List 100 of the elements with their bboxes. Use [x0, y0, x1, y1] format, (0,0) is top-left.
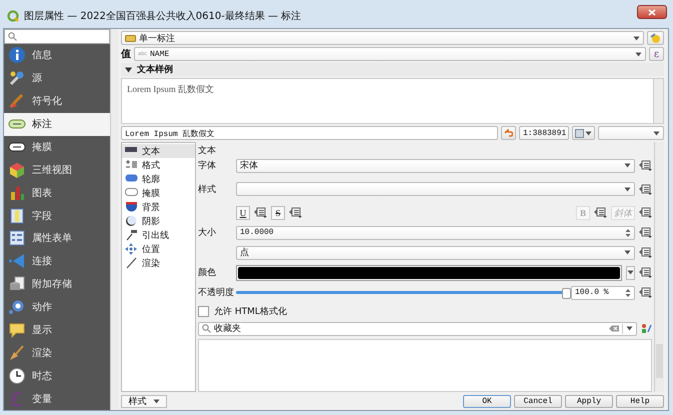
- spin-arrows-icon: [625, 228, 631, 238]
- data-defined-icon: [639, 207, 652, 218]
- style-dropdown[interactable]: [236, 182, 635, 196]
- sidebar-item[interactable]: 属性表单: [4, 227, 110, 250]
- format-button[interactable]: S: [271, 206, 285, 220]
- sidebar-item[interactable]: 附加存储: [4, 272, 110, 296]
- coin-icon: [650, 32, 661, 44]
- data-defined-icon: [639, 227, 652, 238]
- clear-icon: [609, 325, 619, 332]
- sidebar-item[interactable]: 符号化: [4, 90, 110, 113]
- sidebar-item[interactable]: 变量: [4, 387, 110, 410]
- caret-icon: [624, 250, 631, 255]
- spin-arrows-icon: [625, 288, 631, 298]
- data-defined-icon: [639, 287, 652, 298]
- dialog-button[interactable]: OK: [463, 394, 511, 408]
- tab[interactable]: 位置: [122, 242, 195, 256]
- data-defined-icon: [289, 207, 302, 218]
- map-button[interactable]: [572, 126, 595, 140]
- sidebar-item[interactable]: 时态: [4, 364, 110, 388]
- font-dropdown[interactable]: 宋体: [236, 158, 635, 172]
- section-title: 文本: [198, 144, 217, 154]
- sidebar-item[interactable]: 显示: [4, 318, 110, 342]
- opacity-field[interactable]: 100.0 %: [571, 286, 635, 300]
- sidebar-item[interactable]: 渲染: [4, 341, 110, 364]
- data-defined-icon: [254, 207, 267, 218]
- sidebar-item[interactable]: 源: [4, 66, 110, 90]
- sample-text-field[interactable]: Lorem Ipsum 乱数假文: [121, 126, 498, 140]
- dialog-button[interactable]: Apply: [565, 394, 613, 408]
- scrollbar[interactable]: [653, 79, 663, 123]
- value-label: 值: [121, 48, 131, 61]
- style-menu-button[interactable]: 样式: [121, 394, 167, 408]
- data-defined-icon: [639, 267, 652, 278]
- rule-button[interactable]: [647, 31, 664, 45]
- tab[interactable]: 引出线: [122, 228, 195, 242]
- reset-button[interactable]: [501, 126, 516, 140]
- tab[interactable]: 阴影: [122, 214, 195, 228]
- field-label: 不透明度: [198, 286, 232, 299]
- cube-icon: [8, 160, 26, 179]
- sidebar-item[interactable]: 字段: [4, 204, 110, 227]
- tab[interactable]: 格式: [122, 158, 195, 172]
- checkbox[interactable]: [198, 306, 209, 316]
- tab[interactable]: 掩膜: [122, 186, 195, 200]
- scale-dropdown[interactable]: 1:3883891: [519, 126, 569, 140]
- dialog-button[interactable]: Help: [616, 394, 664, 408]
- leader-icon: [125, 229, 138, 241]
- search-icon: [8, 32, 17, 41]
- app-logo-icon: [7, 10, 19, 22]
- sidebar-item[interactable]: 三维视图: [4, 158, 110, 182]
- scrollbar[interactable]: [654, 142, 664, 392]
- tab[interactable]: 文本: [122, 144, 195, 158]
- field-label: 大小: [198, 226, 217, 239]
- section-header[interactable]: 文本样例: [121, 63, 664, 76]
- window-title: 图层属性 — 2022全国百强县公共收入0610-最终结果 — 标注: [24, 10, 302, 23]
- caret-icon: [626, 326, 633, 331]
- caret-icon: [585, 130, 592, 136]
- mask-icon: [125, 187, 138, 199]
- speech-bubble-icon: [8, 320, 26, 339]
- color-menu-button[interactable]: [626, 266, 635, 280]
- unit-dropdown[interactable]: 点: [236, 246, 635, 260]
- sidebar-item[interactable]: 动作: [4, 296, 110, 318]
- sidebar-item[interactable]: 图表: [4, 181, 110, 204]
- tab[interactable]: 背景: [122, 200, 195, 214]
- info-icon: [8, 46, 26, 64]
- expression-button[interactable]: ε: [649, 47, 664, 61]
- form-icon: [8, 229, 26, 248]
- collapse-arrow-icon: [125, 66, 132, 72]
- color-picker[interactable]: [236, 264, 622, 280]
- sidebar-item[interactable]: 标注: [4, 112, 110, 136]
- caret-icon: [635, 52, 642, 56]
- dialog-button[interactable]: Cancel: [514, 394, 562, 408]
- caret-icon: [624, 186, 631, 192]
- caret-icon: [653, 130, 660, 136]
- preview-area: Lorem Ipsum 乱数假文: [121, 78, 664, 124]
- caret-icon: [633, 36, 640, 40]
- shield-icon: [125, 201, 138, 213]
- brush-icon: [125, 257, 138, 269]
- tab[interactable]: 轮廓: [122, 172, 195, 186]
- abc-tag-icon: [125, 34, 136, 42]
- search-icon: [202, 324, 211, 333]
- tab[interactable]: 渲染: [122, 256, 195, 270]
- sidebar-item[interactable]: 掩膜: [4, 136, 110, 158]
- data-defined-icon: [639, 160, 652, 171]
- move-arrows-icon: [125, 243, 138, 255]
- format-button[interactable]: U: [236, 206, 250, 220]
- caret-icon: [627, 270, 634, 275]
- favorites-search-field[interactable]: 收藏夹: [198, 322, 637, 336]
- sidebar-item[interactable]: 信息: [4, 44, 110, 67]
- map-icon: [575, 128, 584, 138]
- join-icon: [8, 252, 26, 270]
- close-button[interactable]: [637, 5, 667, 19]
- sidebar-item[interactable]: 连接: [4, 250, 110, 273]
- scrollbar[interactable]: [110, 29, 118, 410]
- size-field[interactable]: 10.0000: [236, 226, 635, 240]
- field-label: 样式: [198, 184, 217, 196]
- clock-icon: [8, 366, 26, 385]
- table-icon: [8, 206, 26, 225]
- style-manager-icon: [641, 323, 652, 334]
- mode-dropdown[interactable]: 单一标注: [121, 31, 644, 45]
- shadow-icon: [125, 215, 138, 227]
- search-field[interactable]: [4, 29, 110, 44]
